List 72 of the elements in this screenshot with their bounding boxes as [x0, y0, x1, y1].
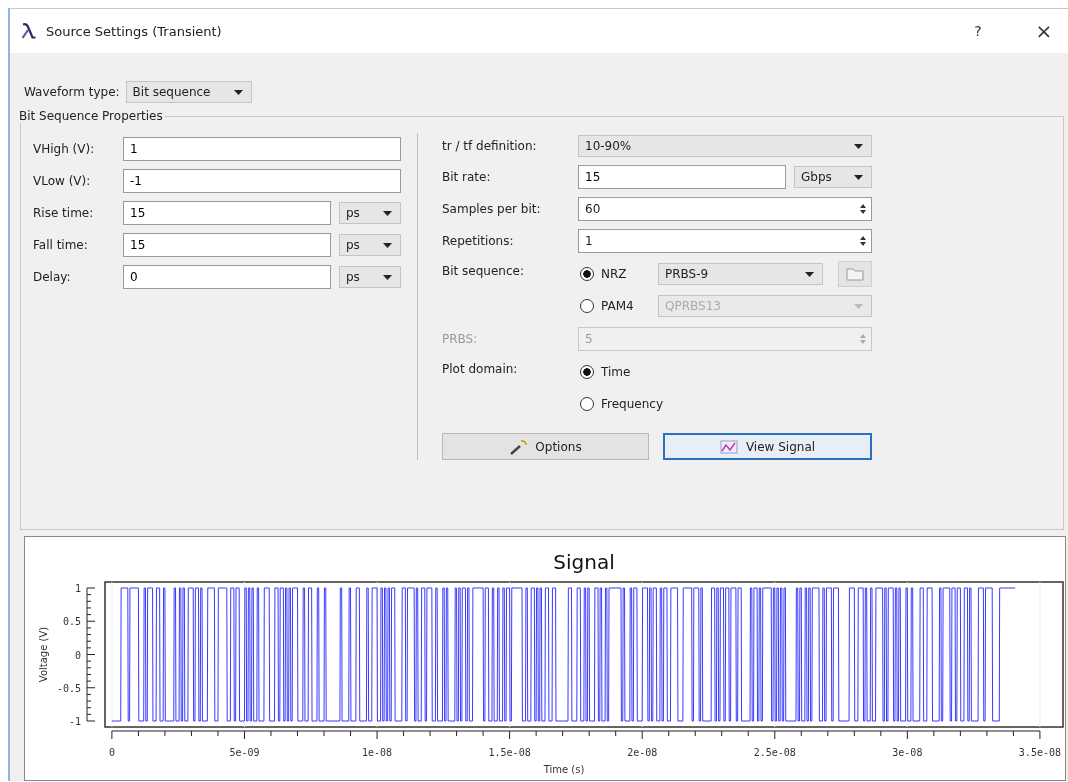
spinner-icon[interactable] [859, 203, 867, 215]
caret-icon [805, 271, 814, 277]
input-field[interactable]: 15 [123, 201, 331, 225]
caret-icon [854, 174, 863, 180]
field-label: PRBS: [442, 332, 479, 346]
tick-label: 5e-09 [229, 747, 260, 758]
radio-button[interactable] [580, 365, 594, 379]
spin-box[interactable]: 60 [578, 197, 872, 221]
tick-label: 0 [108, 747, 115, 758]
field-label: Delay: [33, 270, 72, 284]
radio-label[interactable]: Frequency [601, 397, 663, 411]
tick-label: 1e-08 [362, 747, 393, 758]
tick-label: 3.5e-08 [1018, 747, 1061, 758]
input-field[interactable]: 1 [123, 137, 401, 161]
input-field[interactable]: 15 [123, 233, 331, 257]
caret-icon [383, 242, 392, 248]
group-title: Bit Sequence Properties [18, 109, 164, 123]
axis-title: Time (s) [543, 764, 585, 775]
tick-label: -1 [68, 716, 81, 727]
field-label: tr / tf definition: [442, 139, 538, 153]
chart-icon [719, 438, 740, 455]
caret-icon [233, 89, 243, 95]
unit-dropdown[interactable]: ps [339, 234, 401, 256]
radio-label[interactable]: Time [601, 365, 647, 379]
dropdown[interactable]: 10-90% [578, 135, 872, 157]
tick-label: -0.5 [56, 682, 81, 694]
tick-label: 1.5e-08 [488, 747, 531, 758]
field-label: Rise time: [33, 206, 95, 220]
options-button[interactable]: Options [442, 433, 649, 460]
caret-icon [854, 143, 863, 149]
waveform-dropdown[interactable]: Bit sequence [125, 81, 252, 103]
chart-title: Signal [553, 550, 615, 574]
caret-icon [854, 303, 863, 309]
folder-icon [846, 267, 864, 281]
radio-button[interactable] [580, 299, 594, 313]
tick-label: 2.5e-08 [753, 747, 796, 758]
input-field[interactable]: 0 [123, 265, 331, 289]
spinner-icon[interactable] [859, 235, 867, 247]
field-label: Plot domain: [442, 361, 519, 376]
field-label: Fall time: [33, 238, 89, 252]
view-signal-button[interactable]: View Signal [663, 433, 872, 460]
caret-icon [383, 274, 392, 280]
input-field[interactable]: 15 [578, 165, 786, 189]
input-field[interactable]: -1 [123, 169, 401, 193]
radio-label[interactable]: NRZ [601, 267, 647, 281]
field-label: VLow (V): [33, 174, 92, 188]
help-button[interactable]: ? [968, 23, 988, 39]
spin-box[interactable]: 1 [578, 229, 872, 253]
dropdown[interactable]: PRBS-9 [658, 263, 823, 285]
caret-icon [383, 210, 392, 216]
unit-dropdown[interactable]: ps [339, 202, 401, 224]
close-button[interactable]: × [1032, 19, 1056, 43]
field-label: Bit sequence: [442, 263, 525, 278]
tick-label: 0.5 [62, 616, 81, 628]
tick-label: 2e-08 [627, 747, 658, 758]
radio-button[interactable] [580, 267, 594, 281]
wrench-icon [509, 438, 530, 455]
unit-dropdown[interactable]: Gbps [794, 166, 872, 188]
field-label: VHigh (V): [33, 142, 96, 156]
field-label: Repetitions: [442, 234, 515, 248]
field-label: Waveform type: [24, 85, 120, 99]
field-label: Samples per bit: [442, 202, 542, 216]
tick-label: 1 [74, 583, 81, 594]
field-label: Bit rate: [442, 170, 492, 184]
window-title: Source Settings (Transient) [46, 23, 222, 39]
tick-label: 0 [74, 649, 81, 661]
radio-button[interactable] [580, 397, 594, 411]
tick-label: 3e-08 [892, 747, 923, 758]
unit-dropdown[interactable]: ps [339, 266, 401, 288]
lambda-logo-icon [20, 23, 38, 39]
axis-title: Voltage (V) [38, 626, 49, 683]
radio-label[interactable]: PAM4 [601, 299, 647, 313]
